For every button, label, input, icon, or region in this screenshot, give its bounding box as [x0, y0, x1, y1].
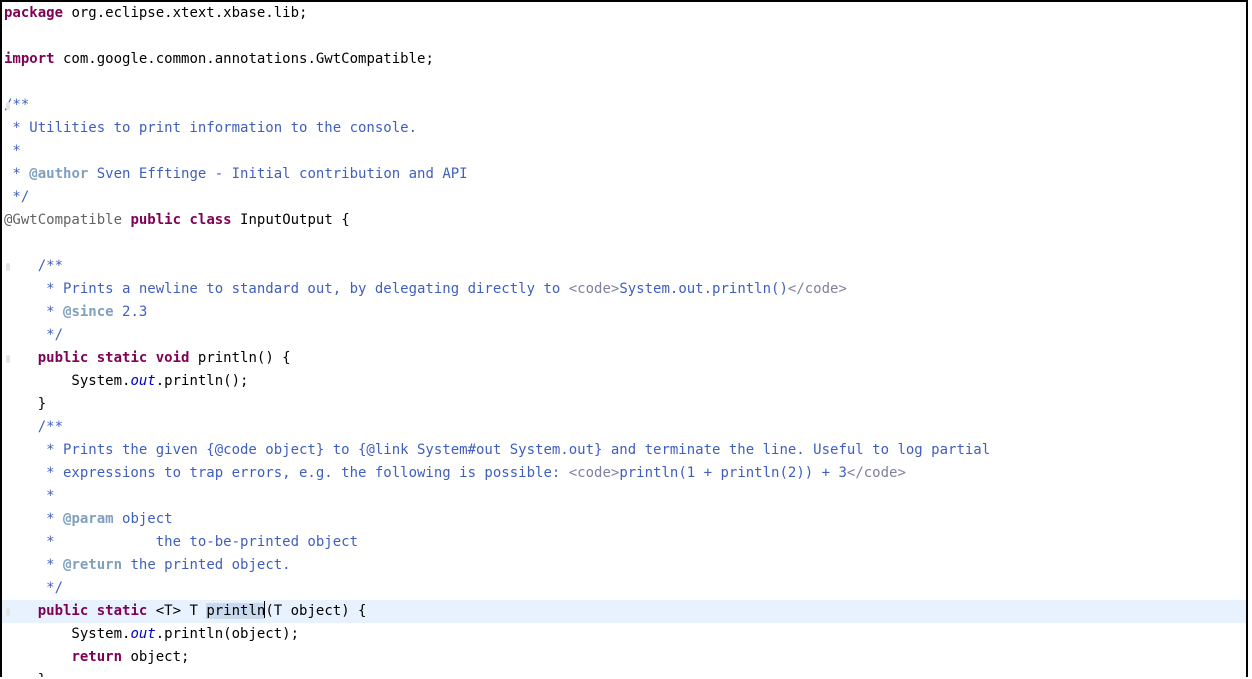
keyword: public — [37, 350, 89, 366]
code-line-statement: System.out.println(); — [2, 370, 1246, 393]
fold-marker[interactable] — [6, 355, 10, 363]
code-line-brace: } — [2, 669, 1246, 677]
code-text: System. — [4, 373, 131, 389]
fold-marker[interactable] — [6, 608, 10, 616]
code-text: com.google.common.annotations.GwtCompati… — [54, 51, 434, 67]
html-tag: <code> — [568, 281, 620, 297]
comment-text: Sven Efftinge - Initial contribution and… — [88, 166, 468, 182]
code-line-javadoc: /** — [2, 94, 1246, 117]
comment-text: * Prints the given {@code object} to {@l… — [4, 442, 991, 458]
comment-text: */ — [4, 189, 30, 205]
keyword: public — [37, 603, 89, 619]
fold-marker[interactable] — [6, 263, 10, 271]
javadoc-tag: @author — [29, 166, 89, 182]
code-line-import: import com.google.common.annotations.Gwt… — [2, 48, 1246, 71]
comment-text: * expressions to trap errors, e.g. the f… — [4, 465, 569, 481]
code-line-javadoc: */ — [2, 186, 1246, 209]
code-text: org.eclipse.xtext.xbase.lib; — [63, 5, 308, 21]
code-text: InputOutput { — [231, 212, 350, 228]
javadoc-tag: @param — [63, 511, 114, 527]
javadoc-tag: @since — [63, 304, 114, 320]
comment-text: println(1 + println(2)) + 3 — [619, 465, 847, 481]
keyword: static — [96, 350, 148, 366]
javadoc-tag: @return — [63, 557, 123, 573]
static-field: out — [130, 373, 156, 389]
code-line-package: package org.eclipse.xtext.xbase.lib; — [2, 2, 1246, 25]
code-line-javadoc: * — [2, 485, 1246, 508]
comment-text: /** — [4, 419, 64, 435]
keyword: void — [155, 350, 190, 366]
html-tag: </code> — [787, 281, 847, 297]
keyword: static — [96, 603, 148, 619]
code-area[interactable]: package org.eclipse.xtext.xbase.lib; imp… — [2, 2, 1246, 677]
keyword: public — [130, 212, 182, 228]
code-line-javadoc: /** — [2, 255, 1246, 278]
comment-text: * — [4, 143, 21, 159]
comment-text: * the to-be-printed object — [4, 534, 359, 550]
code-line-javadoc: * Prints a newline to standard out, by d… — [2, 278, 1246, 301]
static-field: out — [130, 626, 156, 642]
keyword: import — [4, 51, 55, 67]
comment-text: object — [113, 511, 173, 527]
comment-text: System.out.println() — [619, 281, 788, 297]
code-line-javadoc: * Prints the given {@code object} to {@l… — [2, 439, 1246, 462]
comment-text: * — [4, 166, 30, 182]
code-line-javadoc: * Utilities to print information to the … — [2, 117, 1246, 140]
comment-text: */ — [4, 580, 64, 596]
code-line-javadoc: * — [2, 140, 1246, 163]
comment-text: * — [4, 557, 64, 573]
code-line-method-declaration: public static void println() { — [2, 347, 1246, 370]
code-text: .println(object); — [155, 626, 300, 642]
code-line-return: return object; — [2, 646, 1246, 669]
fold-marker[interactable] — [6, 102, 10, 110]
comment-text: */ — [4, 327, 64, 343]
comment-text: * — [4, 488, 55, 504]
code-text: .println(); — [155, 373, 249, 389]
comment-text: 2.3 — [113, 304, 148, 320]
code-text: println() { — [189, 350, 291, 366]
comment-text: * Prints a newline to standard out, by d… — [4, 281, 569, 297]
code-text: } — [4, 396, 47, 412]
comment-text: * — [4, 304, 64, 320]
code-text: <T> T — [147, 603, 207, 619]
code-line-javadoc: * @return the printed object. — [2, 554, 1246, 577]
code-line-javadoc: * expressions to trap errors, e.g. the f… — [2, 462, 1246, 485]
code-line-javadoc: * @param object — [2, 508, 1246, 531]
comment-text: * Utilities to print information to the … — [4, 120, 418, 136]
occurrence-highlight[interactable]: println — [206, 603, 266, 619]
code-line-javadoc: */ — [2, 577, 1246, 600]
comment-text: /** — [4, 258, 64, 274]
html-tag: <code> — [568, 465, 620, 481]
comment-text: * — [4, 511, 64, 527]
code-text: (T object) { — [265, 603, 367, 619]
comment-text: the printed object. — [122, 557, 291, 573]
keyword: package — [4, 5, 64, 21]
code-editor[interactable]: package org.eclipse.xtext.xbase.lib; imp… — [0, 0, 1248, 677]
keyword: class — [189, 212, 232, 228]
code-line-brace: } — [2, 393, 1246, 416]
code-line-javadoc: /** — [2, 416, 1246, 439]
code-line-current[interactable]: public static <T> T println(T object) { — [2, 600, 1246, 623]
keyword: return — [71, 649, 123, 665]
annotation: @GwtCompatible — [4, 212, 123, 228]
code-line-javadoc: * @since 2.3 — [2, 301, 1246, 324]
code-line-javadoc: */ — [2, 324, 1246, 347]
code-line-statement: System.out.println(object); — [2, 623, 1246, 646]
code-text: object; — [122, 649, 190, 665]
code-line-javadoc: * the to-be-printed object — [2, 531, 1246, 554]
code-line-javadoc: * @author Sven Efftinge - Initial contri… — [2, 163, 1246, 186]
code-text: System. — [4, 626, 131, 642]
html-tag: </code> — [846, 465, 906, 481]
code-text: } — [4, 672, 46, 677]
code-line-class-declaration: @GwtCompatible public class InputOutput … — [2, 209, 1246, 232]
